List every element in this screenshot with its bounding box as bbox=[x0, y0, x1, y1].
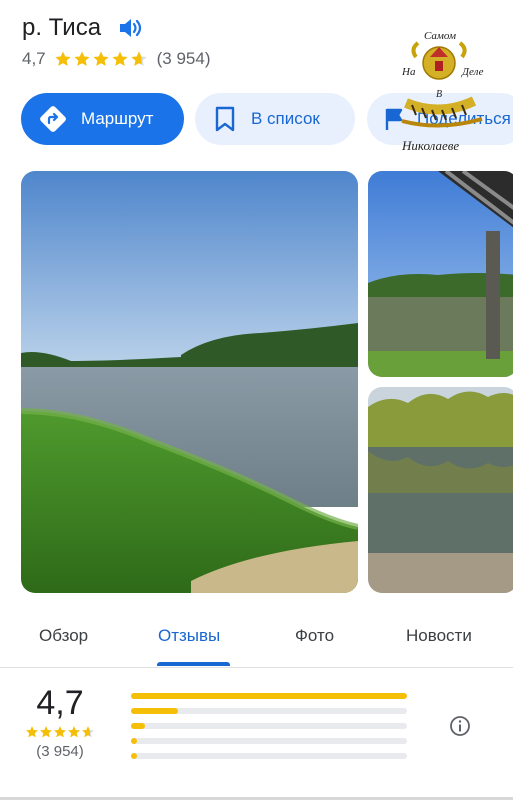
star-icon bbox=[73, 51, 90, 66]
place-header: р. Тиса bbox=[22, 12, 143, 44]
tab-bar: Обзор Отзывы Фото Новости bbox=[0, 612, 513, 668]
watermark-text: Самом bbox=[424, 30, 456, 42]
summary-stars bbox=[22, 725, 98, 739]
average-rating: 4,7 bbox=[36, 684, 84, 722]
rating-bar-fill bbox=[131, 708, 178, 714]
summary-review-count: (3 954) bbox=[36, 743, 84, 760]
star-half-icon bbox=[130, 51, 147, 66]
photo-river-trees[interactable] bbox=[368, 387, 513, 593]
info-icon[interactable] bbox=[449, 715, 471, 737]
photo-bridge[interactable] bbox=[368, 171, 513, 377]
rating-bar-5-stars bbox=[131, 693, 407, 699]
rating-bar-fill bbox=[131, 693, 407, 699]
watermark-text: Деле bbox=[461, 66, 484, 78]
rating-distribution bbox=[131, 693, 407, 768]
tab-reviews[interactable]: Отзывы bbox=[158, 626, 220, 646]
rating-bar-4-stars bbox=[131, 708, 407, 714]
directions-icon bbox=[40, 106, 66, 132]
speaker-icon[interactable] bbox=[117, 15, 143, 41]
star-icon bbox=[40, 726, 52, 738]
star-half-icon bbox=[82, 726, 94, 738]
save-label: В список bbox=[251, 109, 320, 128]
watermark-text: В bbox=[436, 89, 442, 100]
star-icon bbox=[92, 51, 109, 66]
route-label: Маршрут bbox=[81, 109, 154, 128]
photo-main[interactable] bbox=[21, 171, 358, 593]
review-count: (3 954) bbox=[156, 49, 211, 68]
watermark-text: На bbox=[401, 66, 416, 78]
active-tab-indicator bbox=[157, 662, 230, 666]
save-to-list-button[interactable]: В список bbox=[195, 93, 355, 145]
star-icon bbox=[54, 726, 66, 738]
rating-bar-fill bbox=[131, 753, 137, 759]
tab-news[interactable]: Новости bbox=[406, 626, 472, 646]
tab-photos[interactable]: Фото bbox=[295, 626, 334, 646]
star-icon bbox=[68, 726, 80, 738]
rating-bar-2-stars bbox=[131, 738, 407, 744]
rating-bar-3-stars bbox=[131, 723, 407, 729]
place-title: р. Тиса bbox=[22, 14, 102, 41]
rating-stars bbox=[54, 50, 149, 68]
reviews-summary: 4,7 (3 954) bbox=[22, 683, 98, 760]
rating-bar-fill bbox=[131, 723, 145, 729]
rating-value: 4,7 bbox=[22, 49, 46, 68]
rating-row[interactable]: 4,7 (3 954) bbox=[22, 48, 211, 70]
star-icon bbox=[54, 51, 71, 66]
watermark-logo: Самом На Деле В Николаеве bbox=[401, 30, 484, 153]
route-button[interactable]: Маршрут bbox=[21, 93, 184, 145]
star-icon bbox=[26, 726, 38, 738]
rating-bar-1-stars bbox=[131, 753, 407, 759]
tab-overview[interactable]: Обзор bbox=[39, 626, 88, 646]
star-icon bbox=[111, 51, 128, 66]
bookmark-icon bbox=[215, 106, 235, 132]
rating-bar-fill bbox=[131, 738, 137, 744]
watermark-text: Николаеве bbox=[401, 138, 459, 153]
